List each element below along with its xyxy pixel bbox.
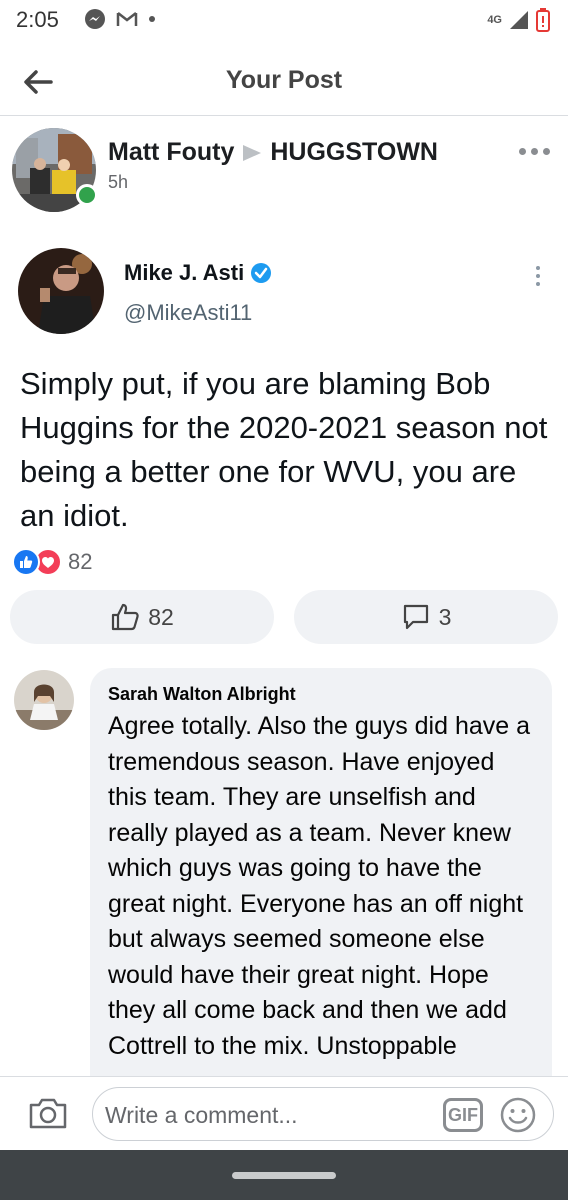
like-reaction-icon — [12, 548, 40, 576]
tweet-embed: Mike J. Asti @MikeAsti11 Simply put, if … — [0, 230, 568, 540]
comment-input[interactable] — [105, 1096, 435, 1134]
post-group-name[interactable]: HUGGSTOWN — [270, 138, 438, 167]
post-header: Matt Fouty HUGGSTOWN 5h — [12, 128, 556, 218]
tweet-more-icon — [536, 266, 540, 286]
comment-bubble: Sarah Walton Albright Agree totally. Als… — [90, 668, 552, 1098]
verified-badge-icon — [251, 263, 272, 283]
gmail-icon — [116, 12, 138, 26]
signal-icon — [510, 11, 528, 29]
tweet-author-photo — [18, 248, 104, 334]
status-bar: 2:05 4G — [0, 0, 568, 44]
post-author-line: Matt Fouty HUGGSTOWN — [108, 138, 438, 167]
emoji-icon[interactable] — [499, 1096, 537, 1134]
comment-input-wrapper: GIF — [92, 1087, 554, 1141]
commenter-photo — [14, 670, 74, 730]
4g-lte-icon: 4G — [487, 14, 502, 26]
commenter-avatar[interactable] — [14, 670, 74, 730]
page-title: Your Post — [225, 66, 343, 94]
like-button[interactable]: 82 — [10, 590, 274, 644]
comment-icon — [403, 604, 428, 630]
share-arrow-icon — [243, 144, 262, 161]
comment-count: 3 — [438, 603, 452, 630]
more-options-icon[interactable] — [519, 148, 550, 155]
messenger-icon — [85, 9, 105, 29]
reactions-summary[interactable]: 82 — [12, 546, 92, 578]
tweet-avatar — [18, 248, 104, 334]
comment-author[interactable]: Sarah Walton Albright — [108, 684, 534, 705]
system-nav-bar — [0, 1150, 568, 1200]
battery-low-icon — [536, 8, 550, 32]
reaction-count: 82 — [68, 549, 93, 574]
comment-button[interactable]: 3 — [294, 590, 558, 644]
gif-button[interactable]: GIF — [443, 1098, 483, 1132]
camera-button[interactable] — [26, 1093, 70, 1133]
app-header: Your Post — [0, 44, 568, 116]
post-author-name[interactable]: Matt Fouty — [108, 138, 234, 167]
notification-icons — [84, 8, 156, 30]
post-timestamp[interactable]: 5h — [108, 172, 128, 193]
like-count: 82 — [148, 603, 174, 630]
comment-text: Agree totally. Also the guys did have a … — [108, 712, 531, 1060]
status-time: 2:05 — [16, 7, 59, 32]
tweet-text: Simply put, if you are blaming Bob Huggi… — [20, 366, 548, 533]
tweet-author-name-text: Mike J. Asti — [124, 260, 245, 285]
tweet-author-name: Mike J. Asti — [124, 260, 272, 286]
system-icons: 4G — [487, 8, 550, 32]
tweet-handle: @MikeAsti11 — [124, 300, 253, 325]
thumbs-up-icon — [112, 603, 139, 631]
online-status-dot — [76, 184, 98, 206]
home-gesture-handle[interactable] — [232, 1172, 336, 1179]
dot-icon — [149, 16, 155, 22]
comment-composer: GIF — [0, 1076, 568, 1150]
camera-icon — [29, 1098, 67, 1129]
